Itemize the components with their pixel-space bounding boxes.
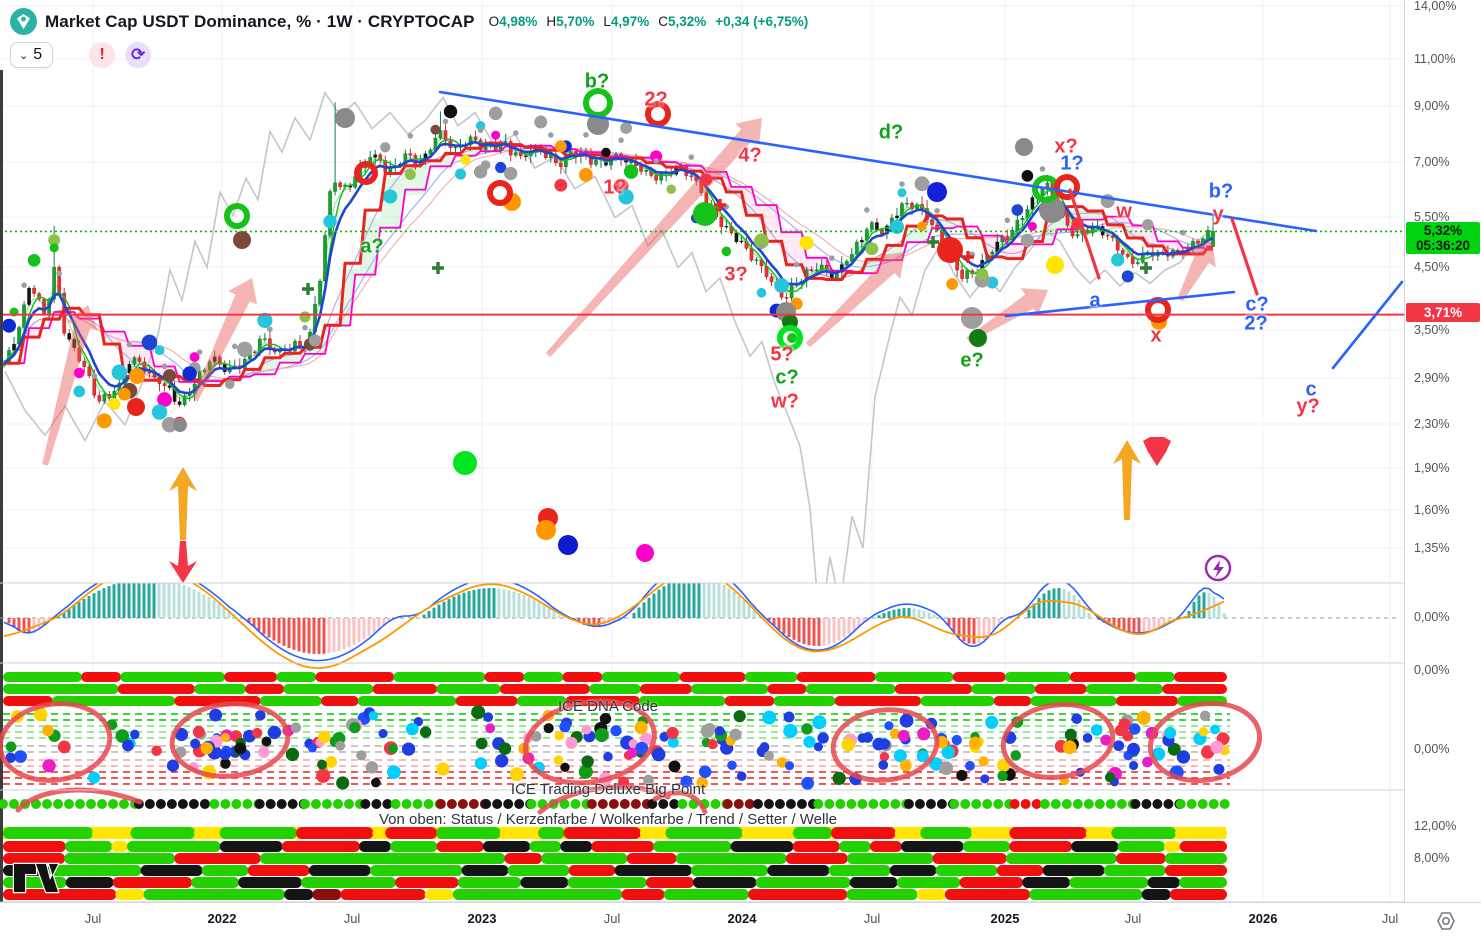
- y-axis-tick: 8,00%: [1414, 851, 1449, 865]
- x-axis-month-label: Jul: [604, 911, 621, 926]
- trendline: [1333, 282, 1402, 368]
- open-value: 4,98%: [499, 14, 537, 29]
- up-arrow-icon[interactable]: [1113, 440, 1141, 520]
- y-axis-tick: 9,00%: [1414, 99, 1449, 113]
- x-axis-year-label: 2023: [468, 911, 497, 926]
- y-axis-tick: 7,00%: [1414, 155, 1449, 169]
- close-value: 5,32%: [668, 14, 706, 29]
- close-label: C: [658, 14, 668, 29]
- current-price-tag: 5,32% 05:36:20: [1406, 222, 1480, 254]
- up-arrow-icon[interactable]: [169, 467, 197, 540]
- macd-pane: [0, 564, 1400, 668]
- y-axis-tick: 12,00%: [1414, 819, 1456, 833]
- wave-label-2q[interactable]: 2?: [644, 89, 667, 112]
- change-value: +0,34 (+6,75%): [715, 14, 808, 29]
- red-projection-line: [1232, 219, 1257, 294]
- y-axis-tick: 0,00%: [1414, 663, 1449, 677]
- alert-icon[interactable]: !: [89, 42, 115, 68]
- y-axis-tick: 3,50%: [1414, 323, 1449, 337]
- wave-label-a[interactable]: a: [1089, 290, 1100, 313]
- current-price-value: 5,32%: [1406, 223, 1480, 238]
- y-axis-tick: 2,90%: [1414, 371, 1449, 385]
- interval-dropdown[interactable]: ⌄ 5: [10, 42, 53, 68]
- chart-left-edge: [0, 70, 3, 902]
- y-axis-tick: 4,50%: [1414, 260, 1449, 274]
- wave-label-4q[interactable]: 4?: [738, 145, 761, 168]
- wave-label-5q[interactable]: 5?: [770, 344, 793, 367]
- refresh-icon[interactable]: ⟳: [125, 42, 151, 68]
- wave-label-eq[interactable]: e?: [960, 350, 983, 373]
- x-axis-year-label: 2022: [208, 911, 237, 926]
- low-label: L: [603, 14, 611, 29]
- x-axis-month-label: Jul: [344, 911, 361, 926]
- wave-label-aq[interactable]: a?: [360, 236, 383, 259]
- high-value: 5,70%: [556, 14, 594, 29]
- y-axis-tick: 0,00%: [1414, 610, 1449, 624]
- low-value: 4,97%: [611, 14, 649, 29]
- main-chart-canvas[interactable]: [0, 0, 1481, 936]
- open-label: O: [489, 14, 500, 29]
- x-axis-year-label: 2026: [1249, 911, 1278, 926]
- wave-label-3q[interactable]: 3?: [724, 264, 747, 287]
- y-axis-tick: 1,90%: [1414, 461, 1449, 475]
- x-axis-month-label: Jul: [1125, 911, 1142, 926]
- big-point-pane-title: ICE Trading Deluxe Big Point: [511, 781, 705, 798]
- wave-label-cq[interactable]: c?: [775, 367, 798, 390]
- tradingview-chart-window: a?b?2?1?4?3?d?5?c?w?e?x?1?wyb?ac?2?xcy? …: [0, 0, 1481, 936]
- wave-label-1q[interactable]: 1?: [1060, 153, 1083, 176]
- chevron-down-icon: ⌄: [19, 49, 28, 62]
- wave-label-dq[interactable]: d?: [879, 122, 903, 145]
- axis-settings-icon[interactable]: [1434, 909, 1458, 933]
- y-axis-tick: 1,35%: [1414, 541, 1449, 555]
- wave-label-bq[interactable]: b?: [585, 71, 609, 94]
- drawn-arrow-icon[interactable]: [42, 305, 98, 466]
- down-arrow-icon[interactable]: [169, 541, 197, 583]
- level-price-value: 3,71%: [1406, 305, 1480, 320]
- wave-label-2q[interactable]: 2?: [1244, 313, 1267, 336]
- ohlc-values: O4,98% H5,70% L4,97% C5,32% +0,34 (+6,75…: [489, 14, 809, 29]
- symbol-header: Market Cap USDT Dominance, % · 1W · CRYP…: [10, 8, 808, 35]
- drawn-arrow-icon[interactable]: [192, 278, 257, 401]
- x-axis-year-label: 2024: [728, 911, 757, 926]
- wave-label-w[interactable]: w: [1116, 201, 1132, 224]
- down-pennant-icon[interactable]: [1143, 437, 1171, 466]
- y-axis-tick: 2,30%: [1414, 417, 1449, 431]
- wave-label-wq[interactable]: w?: [771, 391, 799, 414]
- indicator-row: ⌄ 5 ! ⟳: [10, 42, 151, 68]
- price-level-tag: 3,71%: [1406, 303, 1480, 322]
- x-axis-month-label: Jul: [85, 911, 102, 926]
- cryptocap-logo-icon: [10, 8, 37, 35]
- price-axis[interactable]: 14,00%11,00%9,00%7,00%5,50%4,50%3,50%2,9…: [1404, 0, 1481, 902]
- bar-countdown: 05:36:20: [1406, 238, 1480, 253]
- wave-label-bq[interactable]: b?: [1209, 181, 1233, 204]
- y-axis-tick: 0,00%: [1414, 742, 1449, 756]
- wave-label-1q[interactable]: 1?: [603, 177, 626, 200]
- x-axis-month-label: Jul: [864, 911, 881, 926]
- y-axis-tick: 14,00%: [1414, 0, 1456, 13]
- symbol-title[interactable]: Market Cap USDT Dominance, % · 1W · CRYP…: [45, 12, 475, 32]
- x-axis-year-label: 2025: [991, 911, 1020, 926]
- y-axis-tick: 11,00%: [1414, 52, 1455, 66]
- bottom-legend-text: Von oben: Status / Kerzenfarbe / Wolkenf…: [379, 811, 837, 828]
- y-axis-tick: 1,60%: [1414, 503, 1449, 517]
- time-axis[interactable]: Jul 2022 Jul 2023 Jul 2024 Jul 2025 Jul 2026 Jul: [0, 902, 1481, 936]
- lightning-icon[interactable]: [1206, 556, 1230, 580]
- wave-label-x[interactable]: x: [1150, 325, 1161, 348]
- x-axis-month-label: Jul: [1382, 911, 1399, 926]
- high-label: H: [546, 14, 556, 29]
- interval-value: 5: [33, 46, 42, 64]
- wave-label-yq[interactable]: y?: [1296, 396, 1319, 419]
- dna-pane-title: ICE DNA Code: [558, 698, 658, 715]
- wave-label-y[interactable]: y: [1212, 204, 1223, 227]
